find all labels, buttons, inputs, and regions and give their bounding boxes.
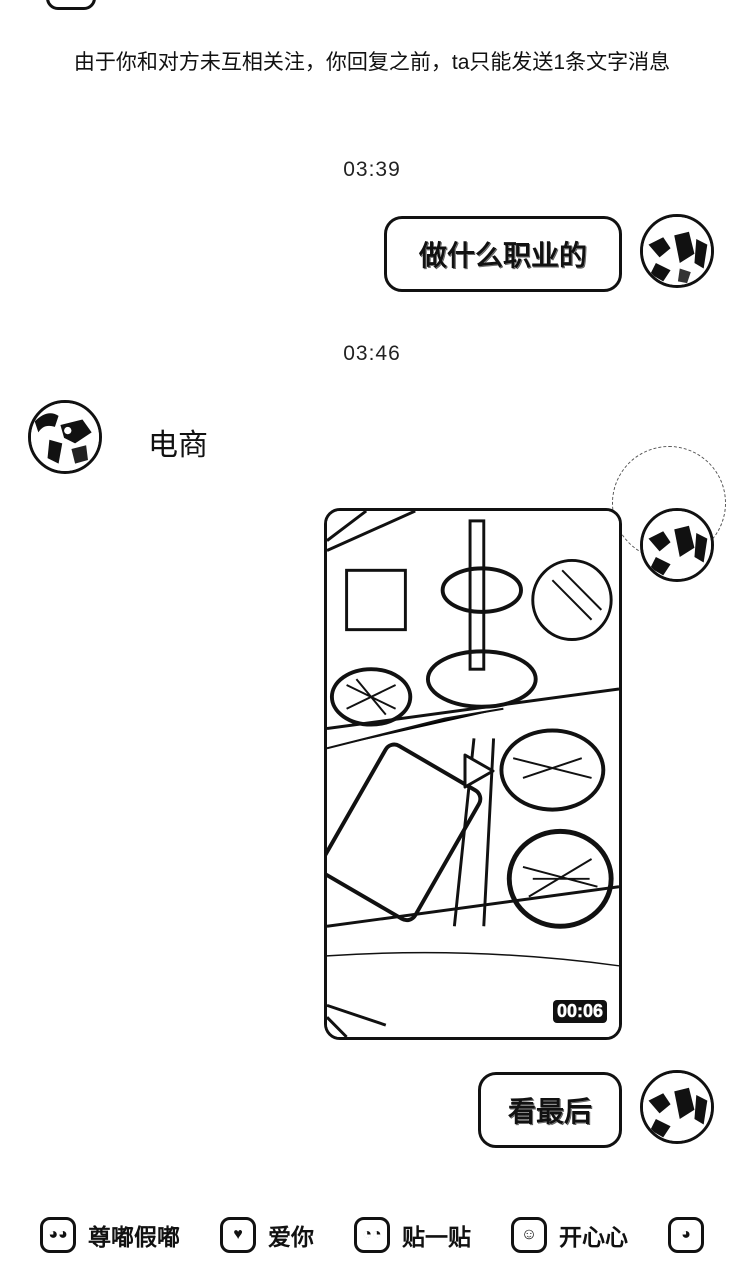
avatar-image [643, 1073, 711, 1141]
message-text: 做什么职业的 [418, 240, 587, 271]
panda-more-icon: ◕ [668, 1217, 704, 1253]
quick-sticker-bar: ◕◕ 尊嘟假嘟 ♥ 爱你 ◔◔ 贴一贴 ☺ 开心心 ◕ [0, 1200, 744, 1270]
previous-message-edge [46, 0, 96, 10]
my-avatar[interactable] [640, 508, 714, 582]
outgoing-message-bubble[interactable]: 做什么职业的 [384, 216, 622, 292]
avatar-image [643, 217, 711, 285]
panda-hug-icon: ◔◔ [354, 1217, 390, 1253]
sticker-suggestion[interactable]: ◕◕ 尊嘟假嘟 [40, 1217, 180, 1253]
video-message[interactable]: 00:06 [324, 508, 622, 1040]
message-text: 看最后 [507, 1096, 592, 1127]
outgoing-message-bubble[interactable]: 看最后 [478, 1072, 622, 1148]
panda-happy-icon: ☺ [511, 1217, 547, 1253]
avatar-image [643, 511, 711, 579]
timestamp: 03:46 [343, 342, 401, 365]
sticker-suggestion[interactable]: ◔◔ 贴一贴 [354, 1217, 471, 1253]
panda-love-icon: ♥ [220, 1217, 256, 1253]
avatar-image [31, 403, 99, 471]
my-avatar[interactable] [640, 214, 714, 288]
video-duration: 00:06 [552, 1000, 607, 1023]
sticker-suggestion[interactable]: ♥ 爱你 [220, 1217, 314, 1253]
panda-face-icon: ◕◕ [40, 1217, 76, 1253]
my-avatar[interactable] [640, 1070, 714, 1144]
play-icon[interactable] [455, 749, 499, 793]
sticker-suggestion[interactable]: ☺ 开心心 [511, 1217, 628, 1253]
contact-avatar[interactable] [28, 400, 102, 474]
timestamp: 03:39 [343, 158, 401, 181]
incoming-message-text[interactable]: 电商 [148, 420, 208, 464]
follow-restriction-notice: 由于你和对方未互相关注，你回复之前，ta只能发送1条文字消息 [73, 51, 671, 74]
sticker-suggestion[interactable]: ◕ [668, 1217, 716, 1253]
